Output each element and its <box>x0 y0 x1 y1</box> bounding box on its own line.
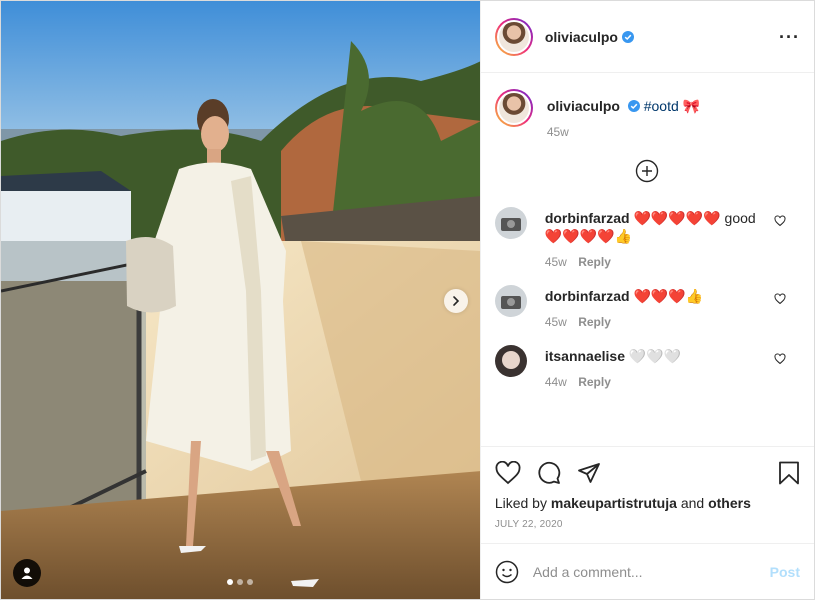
more-options-icon[interactable]: ··· <box>779 28 800 46</box>
comment-text: ❤️❤️❤️👍 <box>633 288 704 304</box>
add-comment-input[interactable] <box>532 563 770 580</box>
reply-button[interactable]: Reply <box>578 315 611 329</box>
like-comment-icon[interactable] <box>774 215 786 227</box>
avatar[interactable] <box>494 17 533 56</box>
photo-scene <box>1 1 480 599</box>
comment-button[interactable] <box>537 461 561 485</box>
caption-time[interactable]: 45w <box>547 125 700 139</box>
comment-time[interactable]: 45w <box>545 315 567 329</box>
like-comment-icon[interactable] <box>774 293 786 305</box>
likes-summary: Liked by makeupartistrutuja and others <box>495 495 800 511</box>
post-photo[interactable] <box>1 1 480 599</box>
avatar[interactable] <box>494 207 527 239</box>
post-dialog: oliviaculpo ··· oliviaculpo #ootd 🎀 45w … <box>0 0 815 600</box>
post-actions: Liked by makeupartistrutuja and others J… <box>480 446 814 543</box>
comment-username[interactable]: itsannaelise <box>545 348 625 364</box>
liked-by-user[interactable]: makeupartistrutuja <box>551 495 677 511</box>
comment-item: dorbinfarzad ❤️❤️❤️❤️❤️ good❤️❤️❤️❤️👍 45… <box>494 207 800 269</box>
comments-section[interactable]: oliviaculpo #ootd 🎀 45w dorbinfarzad ❤️❤… <box>481 73 814 446</box>
heart-icon <box>495 461 521 485</box>
comment-text: 🤍🤍🤍 <box>628 348 682 364</box>
like-comment-icon[interactable] <box>774 353 786 365</box>
next-slide-button[interactable] <box>443 289 468 313</box>
avatar[interactable] <box>494 285 527 317</box>
carousel-indicator <box>1 579 480 585</box>
caption: oliviaculpo #ootd 🎀 45w <box>494 89 800 139</box>
carousel-dot <box>237 579 244 585</box>
liked-by-others[interactable]: others <box>708 495 751 511</box>
chevron-right-icon <box>453 296 459 306</box>
verified-badge-icon <box>627 100 640 112</box>
reply-button[interactable]: Reply <box>578 255 611 269</box>
plus-circle-icon <box>636 159 659 183</box>
comment-time[interactable]: 45w <box>545 255 567 269</box>
post-date[interactable]: JULY 22, 2020 <box>495 519 800 530</box>
liked-by-label: Liked by <box>494 495 547 511</box>
comment-icon <box>538 461 560 484</box>
comment-item: dorbinfarzad ❤️❤️❤️👍 45w Reply <box>494 285 800 329</box>
post-side-panel: oliviaculpo ··· oliviaculpo #ootd 🎀 45w … <box>479 1 814 599</box>
post-comment-button[interactable]: Post <box>770 564 800 580</box>
tagged-users-button[interactable] <box>13 559 41 587</box>
reply-button[interactable]: Reply <box>578 375 611 389</box>
avatar[interactable] <box>494 345 527 377</box>
header-username[interactable]: oliviaculpo <box>545 29 618 45</box>
add-comment-bar: Post <box>480 543 814 599</box>
comment-username[interactable]: dorbinfarzad <box>545 288 630 304</box>
hashtag-link[interactable]: #ootd <box>644 98 679 114</box>
like-button[interactable] <box>495 461 521 485</box>
paper-plane-icon <box>577 463 600 483</box>
emoji-icon[interactable] <box>495 560 519 584</box>
bookmark-icon <box>779 461 799 485</box>
load-more-comments-button[interactable] <box>495 159 800 183</box>
liked-joiner: and <box>680 495 705 511</box>
comment-username[interactable]: dorbinfarzad <box>545 210 630 226</box>
ribbon-emoji: 🎀 <box>682 98 701 114</box>
user-icon <box>21 567 33 579</box>
post-header: oliviaculpo ··· <box>480 1 814 73</box>
comment-item: itsannaelise 🤍🤍🤍 44w Reply <box>494 345 800 389</box>
comment-time[interactable]: 44w <box>545 375 567 389</box>
verified-badge-icon <box>621 30 634 43</box>
save-button[interactable] <box>778 461 800 485</box>
caption-username[interactable]: oliviaculpo <box>547 98 620 114</box>
carousel-dot <box>247 579 254 585</box>
avatar[interactable] <box>494 89 533 127</box>
carousel-dot <box>227 579 234 585</box>
share-button[interactable] <box>577 461 601 485</box>
